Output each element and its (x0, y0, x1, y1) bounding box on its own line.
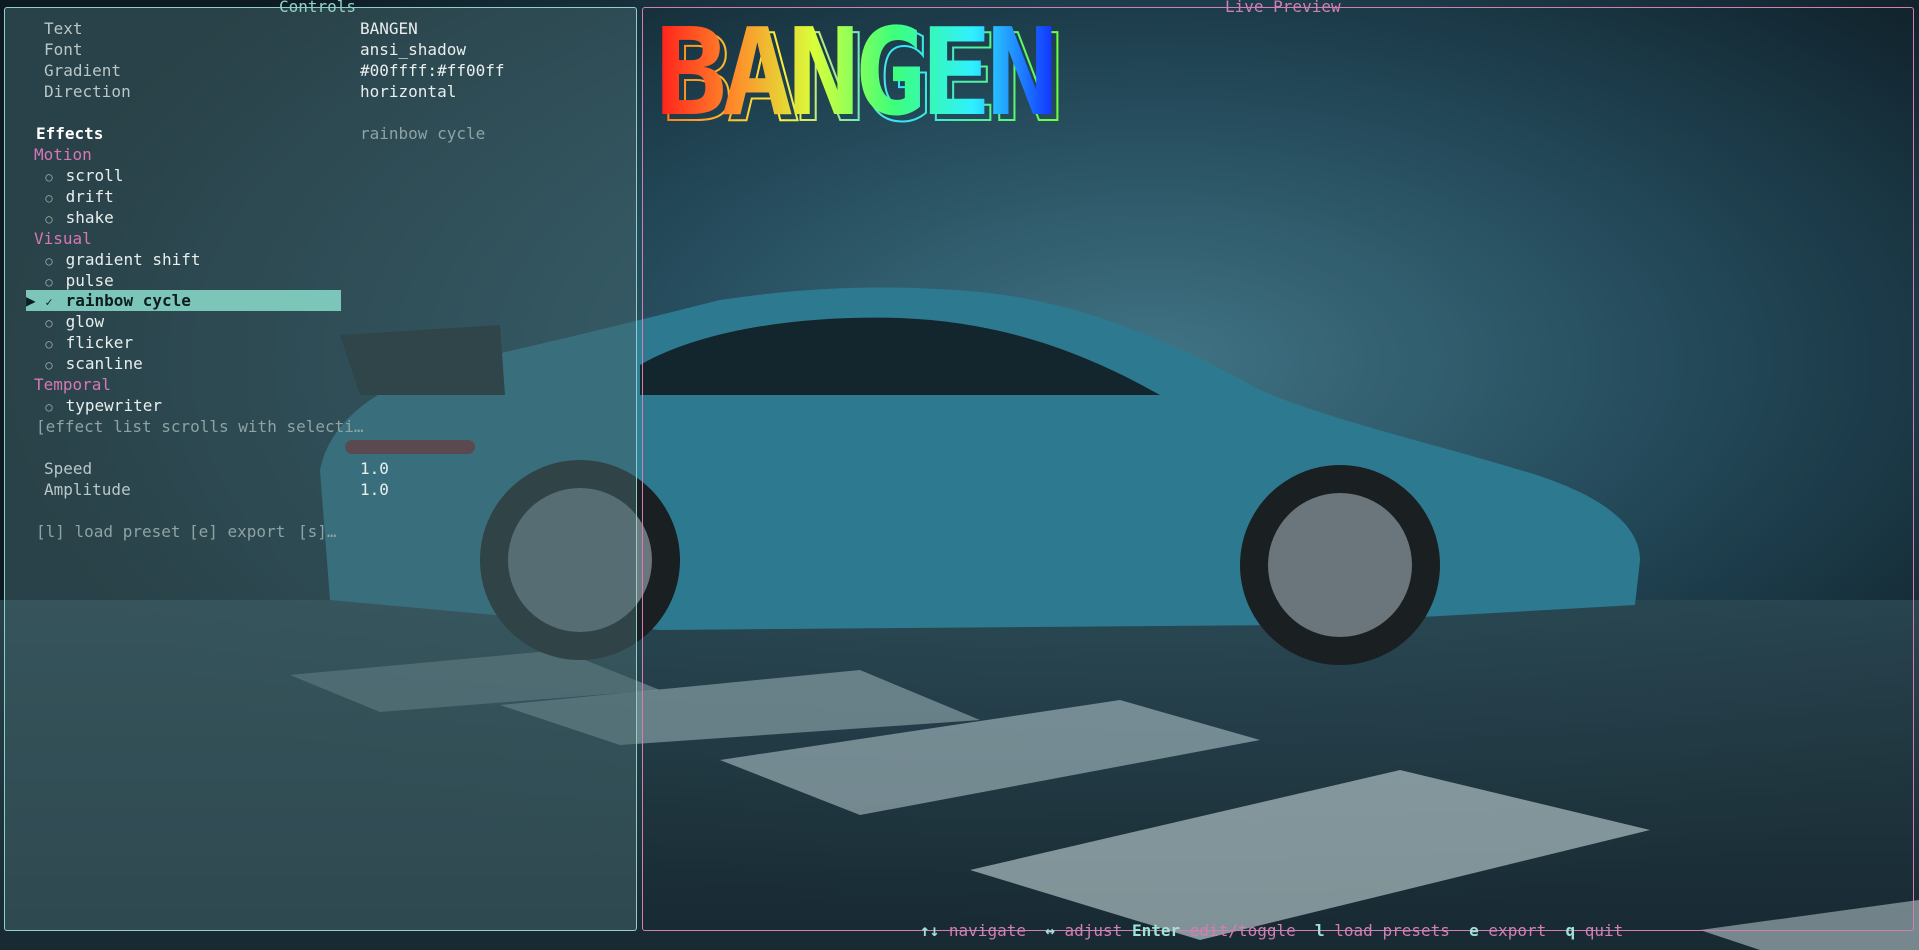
field-label: Text (44, 19, 83, 38)
effect-item-rainbow-cycle[interactable]: ▶ ✓ rainbow cycle (26, 290, 191, 311)
load-hint: load presets (1334, 921, 1450, 940)
effect-item-typewriter[interactable]: ○ typewriter (42, 395, 162, 416)
navigate-key: ↑↓ (920, 921, 940, 940)
action-save[interactable]: [s]… (298, 521, 337, 542)
effect-label: scanline (65, 354, 143, 373)
export-hint: export (1488, 921, 1547, 940)
radio-icon: ○ (45, 316, 53, 330)
radio-icon: ○ (45, 337, 53, 351)
field-label: Gradient (44, 61, 122, 80)
radio-icon: ○ (45, 212, 53, 226)
effect-label: shake (65, 208, 114, 227)
export-key: e (1469, 921, 1479, 940)
quit-hint: quit (1584, 921, 1624, 940)
effect-item-scanline[interactable]: ○ scanline (42, 353, 143, 374)
effect-label: glow (65, 312, 105, 331)
param-label: Speed (44, 459, 93, 478)
effect-item-shake[interactable]: ○ shake (42, 207, 114, 228)
ascii-banner: BANGEN BANGEN (655, 12, 1065, 137)
effects-header: Effects (36, 124, 104, 143)
effect-item-gradient-shift[interactable]: ○ gradient shift (42, 249, 201, 270)
enter-key: Enter (1131, 921, 1181, 940)
category-motion: Motion (34, 145, 92, 164)
adjust-hint: adjust (1064, 921, 1123, 940)
effect-label: drift (65, 187, 114, 206)
field-value[interactable]: #00ffff:#ff00ff (360, 60, 505, 81)
check-icon: ✓ (45, 295, 53, 309)
scroll-hint: [effect list scrolls with selecti… (36, 417, 364, 436)
effect-item-pulse[interactable]: ○ pulse (42, 270, 114, 291)
effect-label: flicker (65, 333, 134, 352)
controls-title: Controls (279, 0, 357, 16)
param-value[interactable]: 1.0 (360, 479, 389, 500)
action-load-preset[interactable]: [l] load preset (36, 521, 181, 542)
effects-current-value: rainbow cycle (360, 124, 486, 143)
radio-icon: ○ (45, 254, 53, 268)
field-label: Font (44, 40, 83, 59)
field-value[interactable]: ansi_shadow (360, 39, 466, 60)
effect-label: scroll (65, 166, 124, 185)
enter-hint: edit/toggle (1189, 921, 1296, 940)
keybind-footer: ↑↓ navigate ↔ adjust Enter edit/toggle l… (920, 921, 1623, 941)
radio-icon: ○ (45, 400, 53, 414)
action-export[interactable]: [e] export (189, 521, 285, 542)
param-label: Amplitude (44, 480, 131, 499)
effect-label: typewriter (65, 396, 162, 415)
field-label: Direction (44, 82, 131, 101)
adjust-key: ↔ (1045, 921, 1055, 940)
effect-item-drift[interactable]: ○ drift (42, 186, 114, 207)
effect-item-scroll[interactable]: ○ scroll (42, 165, 123, 186)
banner-text: BANGEN (655, 12, 1052, 137)
category-temporal: Temporal (34, 375, 112, 394)
effect-item-flicker[interactable]: ○ flicker (42, 332, 133, 353)
quit-key: q (1565, 921, 1576, 940)
radio-icon: ○ (45, 170, 53, 184)
field-value[interactable]: horizontal (360, 81, 456, 102)
navigate-hint: navigate (948, 921, 1026, 940)
effect-label: rainbow cycle (65, 291, 191, 310)
load-key: l (1315, 921, 1325, 940)
controls-panel: Controls (4, 0, 637, 931)
live-preview-title: Live Preview (1225, 0, 1341, 16)
radio-icon: ○ (45, 358, 53, 372)
radio-icon: ○ (45, 191, 53, 205)
effect-item-glow[interactable]: ○ glow (42, 311, 104, 332)
field-value[interactable]: BANGEN (360, 18, 418, 39)
param-value[interactable]: 1.0 (360, 458, 389, 479)
effect-label: gradient shift (65, 250, 201, 269)
selection-arrow-icon: ▶ (26, 291, 36, 310)
effect-label: pulse (65, 271, 114, 290)
category-visual: Visual (34, 229, 92, 248)
live-preview-panel: Live Preview (642, 0, 1914, 931)
